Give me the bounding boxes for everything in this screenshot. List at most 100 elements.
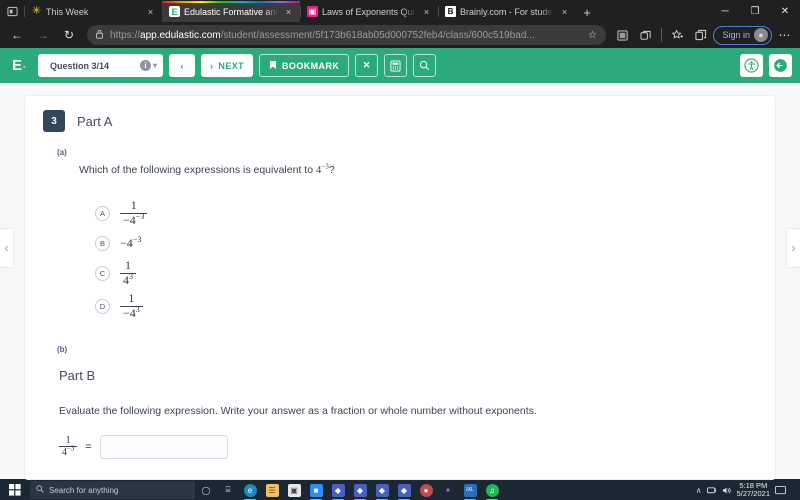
info-icon[interactable]: i: [140, 60, 151, 71]
next-question-arrow[interactable]: ›: [786, 228, 800, 268]
search-icon[interactable]: [413, 54, 437, 77]
url-text: https://app.edulastic.com/student/assess…: [110, 30, 578, 41]
taskbar-app-avatar[interactable]: ●: [415, 479, 437, 500]
exit-icon[interactable]: [769, 54, 792, 77]
edulastic-appbar: E · Question 3/14 i ▾ ‹ › NEXT BOOKMARK ✕: [0, 48, 800, 83]
choice-option-a[interactable]: A 1 −4−3: [95, 198, 757, 228]
collections-icon[interactable]: [690, 25, 711, 46]
taskbar-app-store[interactable]: ▣: [283, 479, 305, 500]
circle-icon: ◯: [201, 485, 211, 495]
browser-settings-icon[interactable]: ⋯: [774, 25, 795, 46]
question-selector[interactable]: Question 3/14 i ▾: [38, 54, 164, 77]
browser-tab-2[interactable]: ▣ Laws of Exponents Quiz ×: [300, 1, 438, 22]
bookmark-button[interactable]: BOOKMARK: [259, 54, 350, 77]
edulastic-icon: E: [169, 6, 180, 17]
lock-icon: [95, 29, 104, 41]
choice-letter[interactable]: A: [95, 205, 110, 221]
browser-tab-3[interactable]: B Brainly.com - For students. By st ×: [438, 1, 576, 22]
favorites-star-icon[interactable]: [667, 25, 688, 46]
denominator-base: −4: [123, 305, 136, 320]
taskbar-app-edge[interactable]: e: [239, 479, 261, 500]
clock-date: 5/27/2021: [736, 489, 770, 498]
edulastic-logo[interactable]: E ·: [8, 57, 32, 74]
choice-option-c[interactable]: C 1 43: [95, 259, 757, 288]
part-b-sub-label: (b): [57, 344, 68, 354]
taskbar-app-purple[interactable]: ✦: [437, 479, 459, 500]
choice-expression: −4−3: [120, 235, 141, 251]
denominator-exponent: 3: [135, 304, 140, 314]
taskbar-app-game-1[interactable]: ◆: [327, 479, 349, 500]
brainly-icon: B: [445, 6, 456, 17]
chevron-up-icon[interactable]: ∧: [696, 486, 702, 495]
taskbar-app-game-4[interactable]: ◆: [393, 479, 415, 500]
answer-choices: A 1 −4−3 B −4−3 C 1 43 D 1 −43: [95, 198, 757, 321]
close-icon[interactable]: ×: [282, 5, 295, 18]
avatar-app-icon: ●: [419, 483, 433, 497]
assessment-content: ‹ › 3 Part A (a) Which of the following …: [0, 83, 800, 480]
game-icon-3: ◆: [375, 483, 389, 497]
denominator: −43: [120, 304, 143, 321]
taskbar-app-game-2[interactable]: ◆: [349, 479, 371, 500]
task-view-icon[interactable]: ⌸: [217, 479, 239, 500]
denominator-exponent: 3: [129, 272, 134, 282]
close-test-button[interactable]: ✕: [355, 54, 379, 77]
sun-icon: ✳: [31, 5, 42, 17]
favorite-icon[interactable]: ☆: [584, 27, 600, 43]
prev-question-arrow[interactable]: ‹: [0, 228, 14, 268]
taskbar-clock[interactable]: 5:18 PM 5/27/2021: [736, 481, 770, 499]
avatar: ●: [754, 28, 768, 42]
new-tab-button[interactable]: +: [576, 2, 598, 22]
edge-icon: e: [243, 483, 257, 497]
taskbar-app-file-explorer[interactable]: ☰: [261, 479, 283, 500]
choice-option-d[interactable]: D 1 −43: [95, 291, 757, 321]
taskbar-app-spotify[interactable]: ♫: [481, 479, 503, 500]
minimize-button[interactable]: ─: [710, 0, 740, 22]
previous-question-button[interactable]: ‹: [169, 54, 196, 77]
chevron-down-icon[interactable]: ▾: [153, 61, 157, 70]
maximize-button[interactable]: ❐: [740, 0, 770, 22]
close-window-button[interactable]: ✕: [770, 0, 800, 22]
back-button[interactable]: ←: [5, 24, 29, 46]
calculator-icon[interactable]: [384, 54, 408, 77]
collections-stack-icon[interactable]: [635, 25, 656, 46]
close-icon[interactable]: ×: [144, 5, 157, 18]
search-placeholder: Search for anything: [49, 485, 119, 495]
accessibility-icon[interactable]: [740, 54, 763, 77]
bookmark-label: BOOKMARK: [282, 60, 340, 71]
browser-tab-0[interactable]: ✳ This Week ×: [24, 1, 162, 22]
choice-letter[interactable]: D: [95, 298, 110, 314]
fraction: 1 −4−3: [120, 198, 148, 228]
windows-start-icon[interactable]: [0, 479, 30, 500]
signin-label: Sign in: [722, 30, 750, 40]
reading-list-icon[interactable]: [612, 25, 633, 46]
signin-button[interactable]: Sign in ●: [713, 25, 772, 45]
choice-option-b[interactable]: B −4−3: [95, 231, 757, 255]
choice-letter[interactable]: B: [95, 235, 110, 251]
address-input[interactable]: https://app.edulastic.com/student/assess…: [87, 25, 607, 45]
tab-search-icon[interactable]: [0, 0, 24, 22]
stem-suffix: ?: [328, 164, 335, 176]
bookmark-icon: [269, 60, 277, 72]
task-view-glyph: ⌸: [225, 485, 231, 494]
notifications-icon[interactable]: [775, 485, 786, 495]
close-icon[interactable]: ×: [420, 5, 433, 18]
next-question-button[interactable]: › NEXT: [201, 54, 254, 77]
close-icon[interactable]: ×: [558, 5, 571, 18]
browser-addressbar: ← → ↻ https://app.edulastic.com/student/…: [0, 22, 800, 48]
browser-tab-1[interactable]: E Edulastic Formative and Summa ×: [162, 1, 300, 22]
taskbar-search-input[interactable]: Search for anything: [30, 481, 195, 499]
cortana-icon[interactable]: ◯: [195, 479, 217, 500]
volume-icon[interactable]: [722, 486, 732, 495]
taskbar-app-game-3[interactable]: ◆: [371, 479, 393, 500]
forward-button[interactable]: →: [31, 24, 55, 46]
show-desktop-button[interactable]: [790, 479, 800, 500]
choice-letter[interactable]: C: [95, 266, 110, 282]
answer-input[interactable]: [99, 434, 228, 459]
taskbar-app-zoom[interactable]: ■: [305, 479, 327, 500]
network-icon[interactable]: [706, 486, 717, 495]
denominator: 4−3: [59, 446, 78, 459]
taskbar-app-ixl[interactable]: IXL: [459, 479, 481, 500]
file-explorer-icon: ☰: [265, 483, 279, 497]
window-controls: ─ ❐ ✕: [710, 0, 800, 22]
reload-button[interactable]: ↻: [57, 24, 81, 46]
